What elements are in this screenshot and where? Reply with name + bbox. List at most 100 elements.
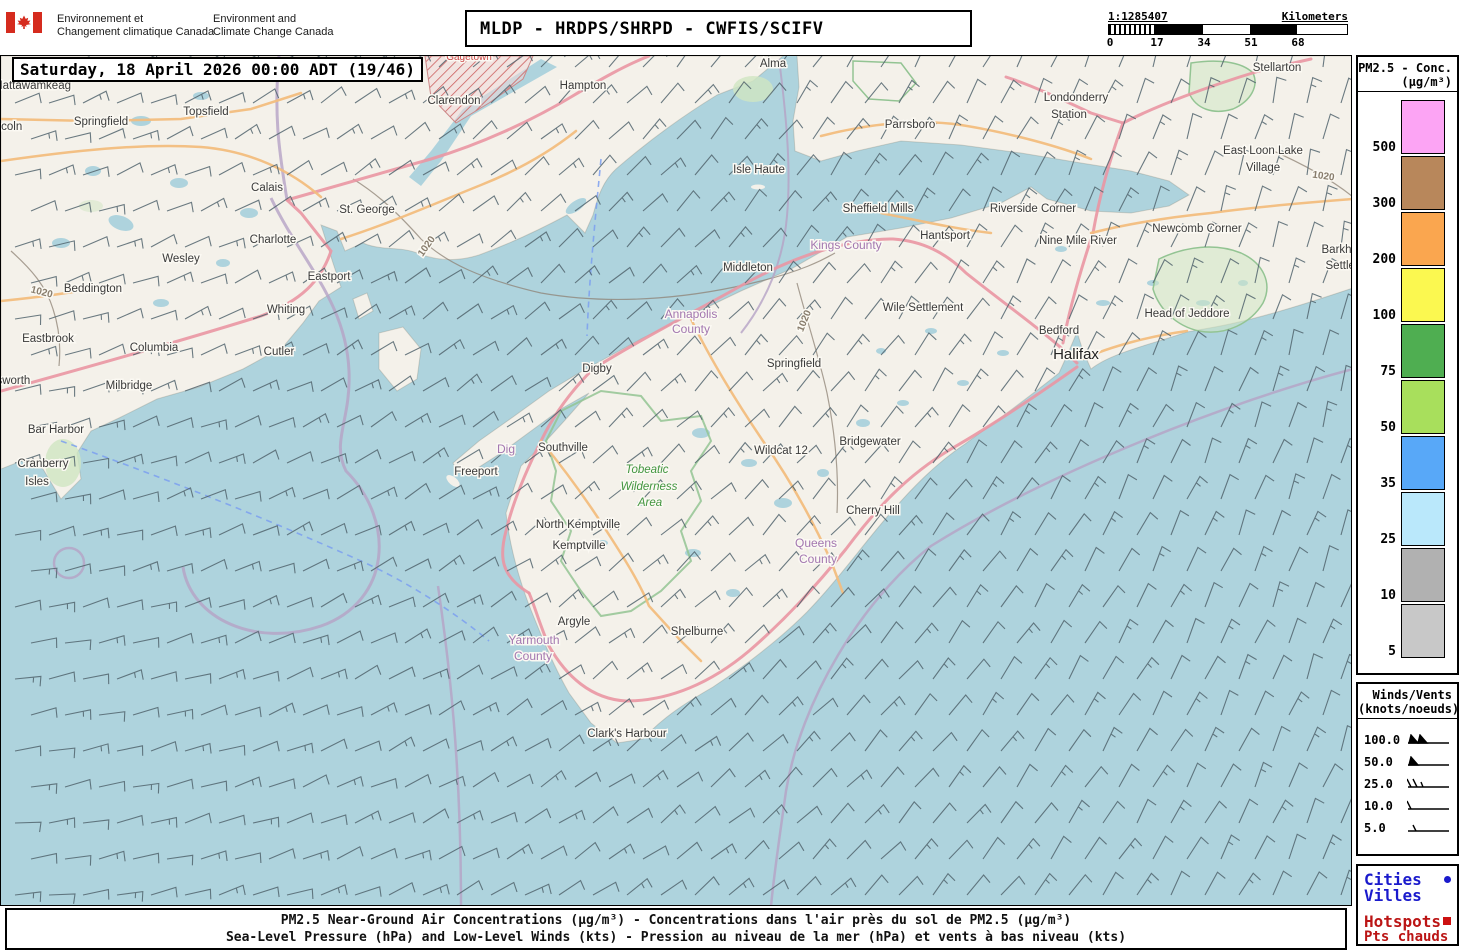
map-label: Nine Mile River [1039,235,1117,247]
map-label: Shelburne [671,626,723,638]
wind-speed-label: 5.0 [1364,821,1386,835]
legend-value: 5 [1388,644,1396,659]
scale-bar [1108,24,1348,35]
legend-value: 75 [1380,364,1396,379]
map-label: Isle Haute [733,164,785,176]
map-label: Middleton [723,262,773,274]
datetime-box: Saturday, 18 April 2026 00:00 ADT (19/46… [12,57,423,82]
wind-legend-row: 25.0 [1364,773,1451,795]
agency-name-french: Environnement et Changement climatique C… [57,13,214,39]
map-label: Springfield [767,358,821,370]
wind-legend-row: 50.0 [1364,751,1451,773]
map-label: Dig [497,442,515,456]
wind-legend-row: 100.0 [1364,729,1451,751]
scale-tick-label: 68 [1291,36,1305,49]
canada-flag-icon [6,12,42,33]
lake [726,589,740,597]
legend-value: 200 [1372,252,1396,267]
map-label: Head of Jeddore [1144,308,1229,320]
map-label: Clark's Harbour [587,728,667,740]
wind-legend-row: 10.0 [1364,795,1451,817]
hotspot-marker-square-icon [1443,917,1451,925]
scale-segment [1156,25,1203,34]
scale-tick-label: 0 [1106,36,1114,49]
map-label: Lincoln [1,121,22,133]
scale-unit: Kilometers [1281,10,1348,23]
map-label: Alma [760,58,787,70]
legend-row: 100 [1358,268,1457,324]
legend-swatch [1401,380,1445,434]
map-label: Eastport [308,271,352,283]
legend-row: 75 [1358,324,1457,380]
legend-swatch [1401,212,1445,266]
map-scale: 1:1285407 Kilometers 0 17 34 51 68 [1106,10,1348,50]
map-label: Isles [25,476,49,488]
lake [240,208,258,218]
legend-row: 25 [1358,492,1457,548]
pm25-legend: PM2.5 - Conc. (µg/m³) 500 300 200 100 75 50 35… [1356,55,1459,675]
map-label: Gagetown [446,56,492,63]
map-label: Yarmouth [508,633,559,647]
cities-label-fr: Villes [1364,885,1422,905]
legend-value: 50 [1380,420,1396,435]
flag-band-right [33,12,42,33]
lake [817,469,829,477]
legend-swatch [1401,268,1445,322]
lake [193,92,209,100]
map-label: Bridgewater [839,436,901,448]
map-label: Kemptville [552,540,605,552]
scale-tick-label: 51 [1244,36,1258,49]
wind-speed-label: 25.0 [1364,777,1393,791]
wind-barb-icon [1407,731,1451,750]
scale-ratio: 1:1285407 [1108,10,1168,23]
map-label: Riverside Corner [990,203,1076,215]
symbols-legend: Cities Villes Hotspots Pts chauds [1356,864,1459,946]
wind-speed-label: 50.0 [1364,755,1393,769]
agency-name-english: Environment and Climate Change Canada [213,13,333,39]
lake [957,380,969,386]
agency-fr-line2: Changement climatique Canada [57,26,215,38]
lake [897,400,909,406]
map-label: Bedford [1039,325,1079,337]
map-label: County [799,552,837,566]
map-label: Hampton [560,80,607,92]
pm25-legend-header: PM2.5 - Conc. (µg/m³) [1358,57,1457,92]
legend-row: 50 [1358,380,1457,436]
legend-swatch [1401,436,1445,490]
legend-swatch [1401,156,1445,210]
map-label: Queens [795,536,837,550]
map-label: Topsfield [183,106,228,118]
map-label: Freeport [454,466,498,478]
map-label: Cherry Hill [846,505,900,517]
map-label: Milbridge [106,380,153,392]
legend-row: 35 [1358,436,1457,492]
wind-barb-icon [1406,775,1451,794]
agency-fr-line1: Environnement et [57,13,144,25]
map-label: Whiting [267,304,305,316]
legend-swatch [1401,604,1445,658]
lake [638,232,654,240]
map-label: Bar Harbor [28,424,84,436]
scale-ticks: 0 17 34 51 68 [1106,35,1348,49]
lake [682,202,696,210]
lake [153,299,169,307]
legend-value: 300 [1372,196,1396,211]
city-marker-dot-icon [1444,875,1451,883]
legend-value: 100 [1372,308,1396,323]
hotspots-label-fr: Pts chauds [1364,929,1449,945]
wind-legend-row: 5.0 [1364,817,1451,839]
flag-maple-leaf-icon [15,12,33,33]
pm25-legend-rows: 500 300 200 100 75 50 35 25 10 5 [1358,92,1457,660]
scale-segment [1203,25,1250,34]
winds-legend-subtitle: (knots/noeuds) [1358,702,1460,716]
caption-line2: Sea-Level Pressure (hPa) and Low-Level W… [225,930,1127,945]
map-label: Cranberry [17,458,68,470]
map-label: Sheffield Mills [843,203,914,215]
map-label: Beddington [64,283,122,295]
winds-legend-rows: 100.0 50.0 25.0 10.0 5.0 [1358,719,1457,839]
agency-en-line2: Climate Change Canada [213,26,334,38]
wind-speed-label: 100.0 [1364,733,1401,747]
lake [85,166,101,176]
island-isle-haute [751,184,765,190]
winds-legend-header: Winds/Vents (knots/noeuds) [1358,684,1460,719]
